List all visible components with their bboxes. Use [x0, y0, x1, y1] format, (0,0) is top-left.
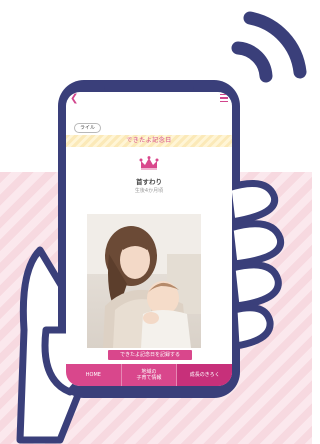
phone-screen: ❮ ライル できたよ記念日 首すわり 生後4か月頃 できたよ記念日を記録する H…	[66, 92, 232, 386]
menu-icon[interactable]	[220, 94, 228, 103]
back-chevron-icon[interactable]: ❮	[70, 92, 78, 106]
nav-growth-record[interactable]: 成長のきろく	[177, 364, 232, 386]
app-topbar: ❮	[66, 92, 232, 106]
milestone-age: 生後4か月頃	[134, 188, 164, 194]
crown-icon	[139, 156, 159, 170]
record-milestone-button[interactable]: できたよ記念日を記録する	[108, 350, 192, 360]
milestone-title: 首すわり	[136, 178, 162, 186]
mother-baby-photo	[87, 214, 201, 348]
nav-local-info[interactable]: 地域の 子育て情報	[122, 364, 178, 386]
nav-home[interactable]: HOME	[66, 364, 122, 386]
milestone-banner: できたよ記念日	[66, 135, 232, 147]
bottom-nav: HOME 地域の 子育て情報 成長のきろく	[66, 364, 232, 386]
wifi-signal-icon	[231, 11, 307, 83]
category-badge: ライル	[74, 123, 102, 133]
hand-fingers	[224, 180, 285, 350]
